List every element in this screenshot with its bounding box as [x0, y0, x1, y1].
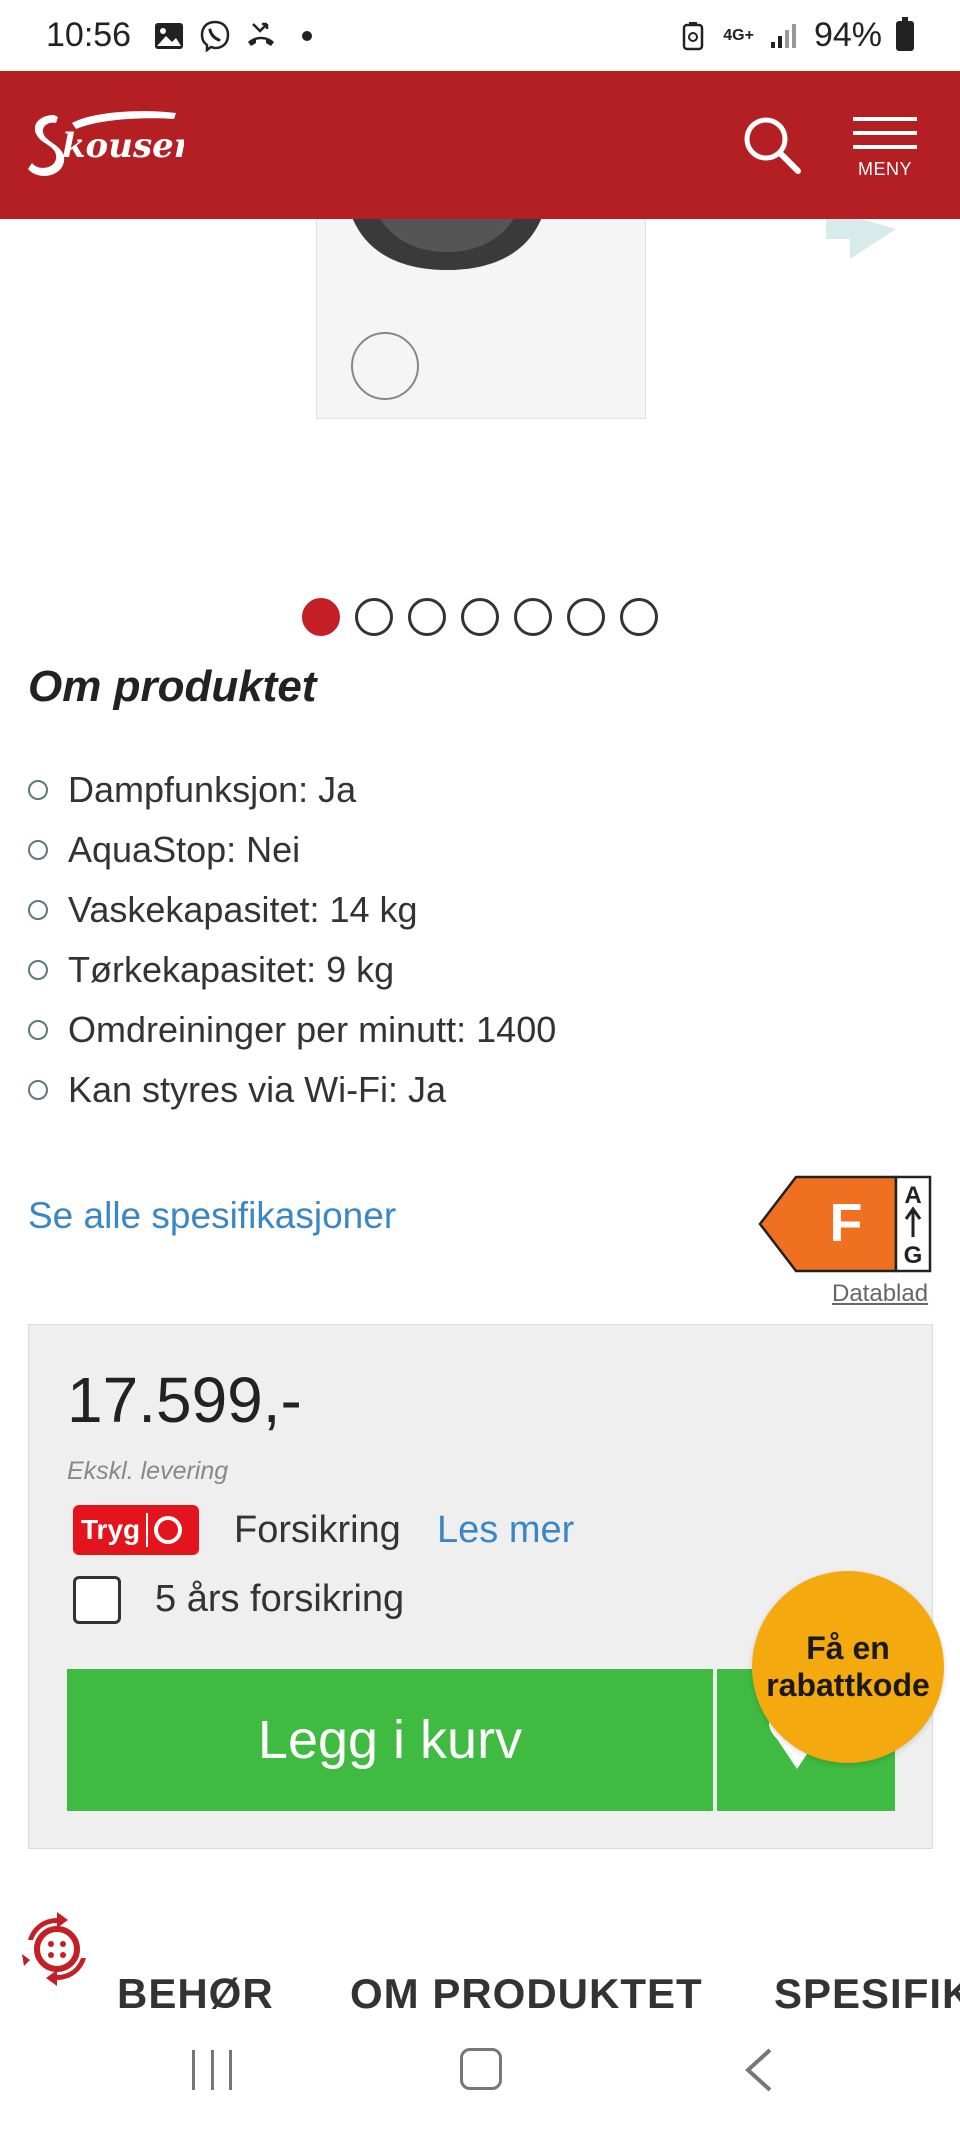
status-time: 10:56	[46, 16, 132, 54]
read-more-link[interactable]: Les mer	[437, 1509, 574, 1552]
hamburger-icon-bar	[853, 145, 917, 149]
gallery-dot[interactable]	[461, 598, 499, 636]
search-icon	[744, 117, 801, 174]
energy-class-text: F	[830, 1193, 863, 1253]
section-title-about: Om produktet	[28, 662, 317, 711]
gallery-dot[interactable]	[514, 598, 552, 636]
gallery-dot[interactable]	[408, 598, 446, 636]
gallery-dot[interactable]	[620, 598, 658, 636]
gallery-dot[interactable]	[567, 598, 605, 636]
feature-item: Vaskekapasitet: 14 kg	[28, 880, 556, 940]
feature-text: AquaStop: Nei	[68, 829, 301, 870]
feature-item: AquaStop: Nei	[28, 820, 556, 880]
discount-line2: rabattkode	[766, 1667, 930, 1703]
product-tabs: BEHØR OM PRODUKTET SPESIFIKA	[0, 1970, 960, 2014]
tab-accessories[interactable]: BEHØR	[117, 1970, 274, 2014]
feature-text: Omdreininger per minutt: 1400	[68, 1009, 557, 1050]
network-type: 4G+	[723, 26, 754, 44]
battery-icon	[896, 16, 914, 51]
gallery-pagination	[0, 598, 960, 636]
bullet-icon	[28, 1020, 48, 1040]
site-header: kousen MENY	[0, 71, 960, 219]
status-bar: 10:56 4G+ 94%	[0, 0, 960, 71]
recents-icon[interactable]	[192, 2050, 232, 2090]
product-image	[316, 219, 646, 419]
missed-call-icon	[245, 20, 277, 52]
svg-text:A: A	[904, 1182, 921, 1209]
product-gallery[interactable]	[0, 219, 960, 549]
menu-button[interactable]: MENY	[848, 117, 922, 187]
system-nav-bar	[0, 2014, 960, 2133]
datasheet-link[interactable]: Datablad	[832, 1280, 928, 1308]
feature-text: Vaskekapasitet: 14 kg	[68, 889, 418, 930]
bullet-icon	[28, 1080, 48, 1100]
bullet-icon	[28, 780, 48, 800]
gallery-notification-icon	[153, 20, 185, 52]
tab-about-product[interactable]: OM PRODUKTET	[350, 1970, 703, 2014]
feature-text: Dampfunksjon: Ja	[68, 769, 357, 810]
tryg-logo: Tryg	[73, 1505, 199, 1555]
battery-percent: 94%	[813, 16, 882, 54]
delivery-note: Ekskl. levering	[67, 1457, 229, 1485]
viber-icon	[199, 20, 231, 52]
insurance-label: Forsikring	[234, 1509, 401, 1551]
tryg-separator	[146, 1513, 149, 1547]
insurer-name: Tryg	[81, 1514, 141, 1545]
search-button[interactable]	[740, 113, 804, 177]
gallery-dot[interactable]	[355, 598, 393, 636]
feature-text: Kan styres via Wi-Fi: Ja	[68, 1069, 447, 1110]
battery-saver-icon	[677, 20, 709, 52]
tab-specifications[interactable]: SPESIFIKA	[774, 1970, 960, 2014]
feature-item: Dampfunksjon: Ja	[28, 760, 556, 820]
energy-label[interactable]: F A G	[758, 1175, 933, 1273]
add-to-cart-label: Legg i kurv	[257, 1710, 523, 1770]
hamburger-icon	[853, 117, 917, 121]
bullet-icon	[28, 960, 48, 980]
menu-label: MENY	[857, 159, 912, 179]
bullet-icon	[28, 900, 48, 920]
lifebuoy-icon	[154, 1516, 183, 1544]
back-icon[interactable]	[740, 2048, 780, 2092]
hamburger-icon-bar	[853, 131, 917, 135]
gallery-dot[interactable]	[302, 598, 340, 636]
discount-line1: Få en	[806, 1630, 890, 1667]
skousen-logo[interactable]: kousen	[24, 105, 198, 185]
add-to-cart-button[interactable]: Legg i kurv	[67, 1669, 713, 1811]
feature-item: Kan styres via Wi-Fi: Ja	[28, 1060, 556, 1120]
signal-icon	[768, 20, 800, 52]
svg-text:G: G	[904, 1242, 923, 1269]
dot-icon	[291, 20, 323, 52]
discount-code-badge[interactable]: Få en rabattkode	[752, 1571, 944, 1763]
see-all-specs-link[interactable]: Se alle spesifikasjoner	[28, 1195, 396, 1237]
svg-text:kousen: kousen	[62, 126, 184, 166]
home-icon[interactable]	[460, 2048, 502, 2090]
feature-item: Tørkekapasitet: 9 kg	[28, 940, 556, 1000]
feature-list: Dampfunksjon: Ja AquaStop: Nei Vaskekapasi…	[28, 760, 556, 1120]
feature-text: Tørkekapasitet: 9 kg	[68, 949, 395, 990]
bullet-icon	[28, 840, 48, 860]
insurance-checkbox-label[interactable]: 5 års forsikring	[155, 1578, 404, 1621]
feature-item: Omdreininger per minutt: 1400	[28, 1000, 556, 1060]
insurance-checkbox[interactable]	[73, 1576, 121, 1624]
product-price: 17.599,-	[67, 1364, 302, 1436]
next-image-arrow-icon[interactable]	[820, 219, 900, 284]
